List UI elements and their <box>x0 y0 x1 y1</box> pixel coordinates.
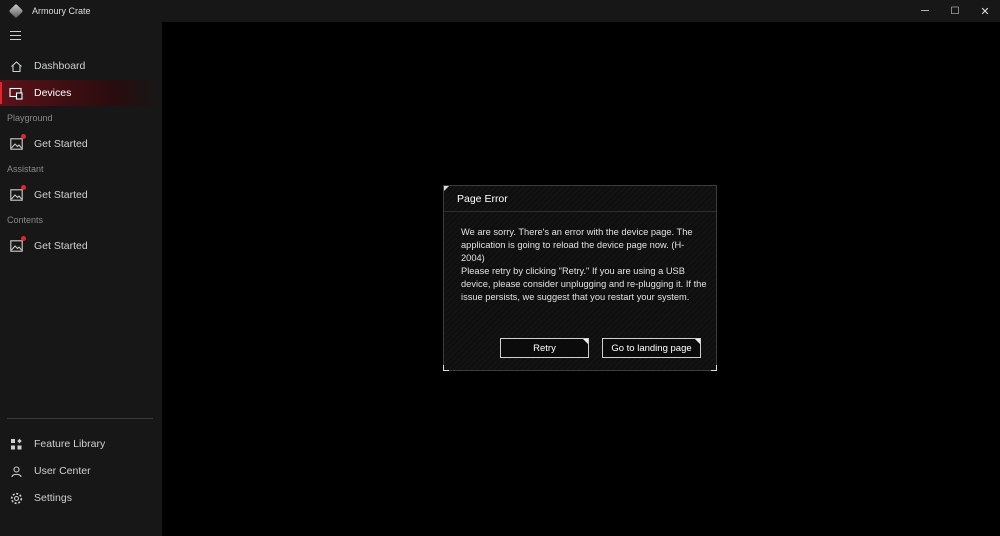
devices-icon <box>9 86 23 100</box>
sidebar-item-label: Settings <box>34 492 72 504</box>
sidebar-item-label: Get Started <box>34 240 88 252</box>
window-controls: ─ ☐ ✕ <box>910 0 1000 22</box>
notification-dot <box>21 185 26 190</box>
sidebar-item-feature-library[interactable]: Feature Library <box>0 431 162 457</box>
sidebar-item-dashboard[interactable]: Dashboard <box>0 53 162 79</box>
section-label-contents: Contents <box>7 215 44 225</box>
section-label-assistant: Assistant <box>7 164 44 174</box>
notification-dot <box>21 134 26 139</box>
dialog-divider <box>444 211 716 212</box>
error-message-text: We are sorry. There's an error with the … <box>461 227 693 263</box>
title-bar: Armoury Crate ─ ☐ ✕ <box>0 0 1000 22</box>
window-title: Armoury Crate <box>32 6 91 16</box>
sidebar-item-label: Feature Library <box>34 438 106 450</box>
sidebar-item-playground-get-started[interactable]: Get Started <box>0 131 162 157</box>
sidebar-item-contents-get-started[interactable]: Get Started <box>0 233 162 259</box>
sidebar: Dashboard Devices Playground Get Started… <box>0 22 162 536</box>
sidebar-divider <box>7 418 153 419</box>
section-label-playground: Playground <box>7 113 53 123</box>
gear-icon <box>9 491 23 505</box>
sidebar-item-user-center[interactable]: User Center <box>0 458 162 484</box>
sidebar-item-label: Get Started <box>34 189 88 201</box>
maximize-button[interactable]: ☐ <box>940 0 970 22</box>
sidebar-item-label: User Center <box>34 465 91 477</box>
hamburger-menu-icon[interactable] <box>10 31 21 40</box>
sidebar-item-settings[interactable]: Settings <box>0 485 162 511</box>
notification-dot <box>21 236 26 241</box>
dialog-message: We are sorry. There's an error with the … <box>461 226 707 304</box>
image-icon <box>9 236 26 253</box>
image-icon <box>9 134 26 151</box>
page-error-dialog: Page Error We are sorry. There's an erro… <box>443 185 717 371</box>
dialog-title: Page Error <box>457 193 508 205</box>
feature-library-icon <box>9 437 23 451</box>
dialog-corner-accent <box>711 365 717 371</box>
dialog-corner-accent <box>444 186 449 191</box>
retry-instructions-text: Please retry by clicking "Retry." If you… <box>461 266 707 302</box>
go-to-landing-page-button[interactable]: Go to landing page <box>602 338 701 358</box>
close-button[interactable]: ✕ <box>970 0 1000 22</box>
sidebar-item-label: Devices <box>34 87 72 99</box>
sidebar-item-devices[interactable]: Devices <box>0 80 162 106</box>
image-icon <box>9 185 26 202</box>
armoury-crate-logo-icon <box>8 3 24 19</box>
retry-button[interactable]: Retry <box>500 338 589 358</box>
minimize-button[interactable]: ─ <box>910 0 940 22</box>
sidebar-item-label: Dashboard <box>34 60 86 72</box>
home-icon <box>9 59 23 73</box>
dialog-corner-accent <box>443 365 449 371</box>
sidebar-item-label: Get Started <box>34 138 88 150</box>
user-center-icon <box>9 464 23 478</box>
sidebar-item-assistant-get-started[interactable]: Get Started <box>0 182 162 208</box>
